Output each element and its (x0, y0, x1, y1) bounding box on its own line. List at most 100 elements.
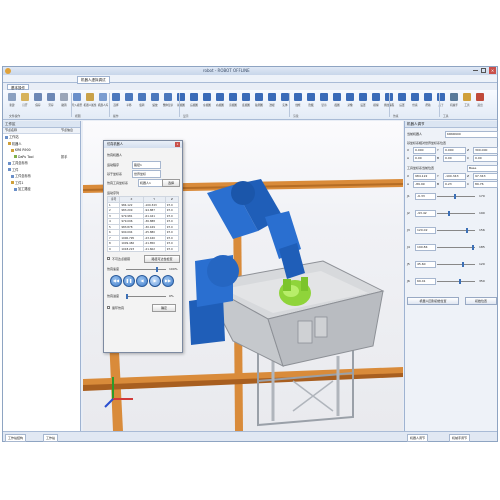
tool-button-36[interactable]: 退出 (475, 92, 485, 112)
tool-button-26[interactable]: 录像 (345, 92, 355, 112)
tcp-b-field[interactable]: 0.23 (443, 181, 466, 188)
check-reachability-button[interactable]: 路径可达性检查 (144, 255, 180, 263)
tab-workstation[interactable]: 工作站 (43, 434, 59, 442)
select-button[interactable]: 选择 (162, 179, 180, 187)
fast-forward-icon[interactable]: ▶▶ (162, 275, 174, 287)
speed-slider-knob[interactable] (156, 267, 159, 272)
tool-button-7[interactable]: 机器人库 (98, 92, 108, 112)
joint-slider-knob[interactable] (472, 245, 475, 250)
reset-robot-button[interactable]: 机器人回到初始位置 (407, 297, 459, 305)
tool-button-20[interactable]: 透视 (267, 92, 277, 112)
tool-button-35[interactable]: 工具 (462, 92, 472, 112)
joint-slider-knob[interactable] (447, 211, 450, 216)
tool-button-4[interactable]: 撤销 (59, 92, 69, 112)
tool-button-24[interactable]: 显示 (319, 92, 329, 112)
tool-button-25[interactable]: 截图 (332, 92, 342, 112)
tool-button-5[interactable]: 导入模型 (72, 92, 82, 112)
tool-button-27[interactable]: 设置 (358, 92, 368, 112)
joint-value-field[interactable]: -93.42 (415, 210, 436, 217)
progress-slider[interactable] (126, 294, 166, 299)
base-c-field[interactable]: 0.00 (473, 155, 498, 162)
tcp-x-field[interactable]: 984.122 (413, 173, 436, 180)
joint-slider-knob[interactable] (458, 279, 461, 284)
maximize-icon[interactable] (481, 68, 486, 73)
sequence-table[interactable]: 序号 X Y Z 1 984.122 -100.343 97.0 2 983.209 -94.887… (106, 196, 180, 252)
joint-slider-knob[interactable] (462, 262, 465, 267)
tool-button-13[interactable]: 前视图 (176, 92, 186, 112)
tool-button-19[interactable]: 轴测图 (254, 92, 264, 112)
tool-button-2[interactable]: 保存 (33, 92, 43, 112)
joint-slider-knob[interactable] (454, 194, 457, 199)
joint-value-field[interactable]: -6.33 (415, 193, 436, 200)
play-icon[interactable]: ▶ (149, 275, 161, 287)
pause-icon[interactable]: ❚❚ (123, 275, 135, 287)
tool-button-1[interactable]: 打开 (20, 92, 30, 112)
base-z-field[interactable]: 300.000 (473, 147, 498, 154)
tool-select[interactable]: 机器人1 (138, 179, 163, 187)
tcp-a-field[interactable]: -89.99 (413, 181, 436, 188)
base-a-field[interactable]: 0.00 (413, 155, 436, 162)
current-robot-select[interactable]: KR6R900 (445, 131, 498, 138)
speed-slider[interactable] (126, 267, 166, 272)
dialog-close-icon[interactable]: x (175, 142, 180, 147)
step-back-icon[interactable]: ◀ (136, 275, 148, 287)
base-b-field[interactable]: 0.00 (443, 155, 466, 162)
progress-slider-knob[interactable] (126, 294, 128, 299)
ok-button[interactable]: 确定 (152, 304, 176, 312)
joint-slider[interactable] (437, 211, 475, 216)
base-y-field[interactable]: 0.000 (443, 147, 466, 154)
base-x-field[interactable]: 0.000 (413, 147, 436, 154)
loop-checkbox[interactable] (107, 306, 110, 309)
initial-position-button[interactable]: 初始位置 (465, 297, 497, 305)
tool-button-11[interactable]: 缩放 (150, 92, 160, 112)
joint-slider[interactable] (437, 228, 475, 233)
table-row[interactable]: 9 1018.223 -21.602 97.0 (106, 245, 180, 252)
tree-item[interactable]: 加工路径 (3, 186, 80, 193)
tool-button-33[interactable]: 关于 (436, 92, 446, 112)
tool-button-12[interactable]: 整体显示 (163, 92, 173, 112)
tab-workstation-structure[interactable]: 工作站结构 (5, 434, 27, 442)
app-menu-icon[interactable] (5, 68, 11, 74)
tcp-y-field[interactable]: -100.343 (443, 173, 466, 180)
tool-button-16[interactable]: 右视图 (215, 92, 225, 112)
joint-slider-knob[interactable] (465, 228, 468, 233)
tcp-c-field[interactable]: 89.76 (473, 181, 498, 188)
joint-slider[interactable] (437, 262, 475, 267)
minimize-icon[interactable] (473, 70, 478, 71)
tree-item-label: 工具坐标系 (12, 161, 28, 165)
tab-gripper-adjust[interactable]: 机械手调节 (449, 434, 471, 442)
tab-robot-adjust[interactable]: 机器人调节 (407, 434, 429, 442)
tool-button-8[interactable]: 选择 (111, 92, 121, 112)
joint-value-field[interactable]: 190.84 (415, 244, 436, 251)
unreachable-checkbox[interactable] (107, 257, 110, 260)
tcp-base-select[interactable]: Base (467, 165, 498, 172)
joint-value-field[interactable]: 69.41 (415, 278, 436, 285)
tool-button-3[interactable]: 另存 (46, 92, 56, 112)
tool-button-28[interactable]: 模拟 (371, 92, 381, 112)
rewind-icon[interactable]: ◀◀ (110, 275, 122, 287)
tcp-z-field[interactable]: 97.343 (473, 173, 498, 180)
joint-value-field[interactable]: 45.60 (415, 261, 436, 268)
tool-button-34[interactable]: 机械手 (449, 92, 459, 112)
tool-button-32[interactable]: 帮助 (423, 92, 433, 112)
tool-button-14[interactable]: 后视图 (189, 92, 199, 112)
joint-slider[interactable] (437, 245, 475, 250)
joint-slider[interactable] (437, 279, 475, 284)
tool-button-18[interactable]: 底视图 (241, 92, 251, 112)
tool-button-6[interactable]: 机器人属性 (84, 92, 96, 112)
tool-button-22[interactable]: 线框 (293, 92, 303, 112)
close-icon[interactable]: × (489, 67, 496, 74)
tool-button-15[interactable]: 左视图 (202, 92, 212, 112)
tool-button-0[interactable]: 新建 (7, 92, 17, 112)
tool-button-10[interactable]: 旋转 (137, 92, 147, 112)
tool-button-30[interactable]: 后置 (397, 92, 407, 112)
tool-button-17[interactable]: 顶视图 (228, 92, 238, 112)
joint-slider[interactable] (437, 194, 475, 199)
document-tab[interactable]: 机器人虚拟调试 (77, 76, 110, 84)
joint-value-field[interactable]: 120.02 (415, 227, 436, 234)
tool-button-9[interactable]: 平移 (124, 92, 134, 112)
tool-button-23[interactable]: 隐藏 (306, 92, 316, 112)
program-select[interactable]: 路径1 (132, 161, 161, 169)
tool-button-31[interactable]: 仿真 (410, 92, 420, 112)
base-select[interactable]: 世界坐标 (132, 170, 161, 178)
